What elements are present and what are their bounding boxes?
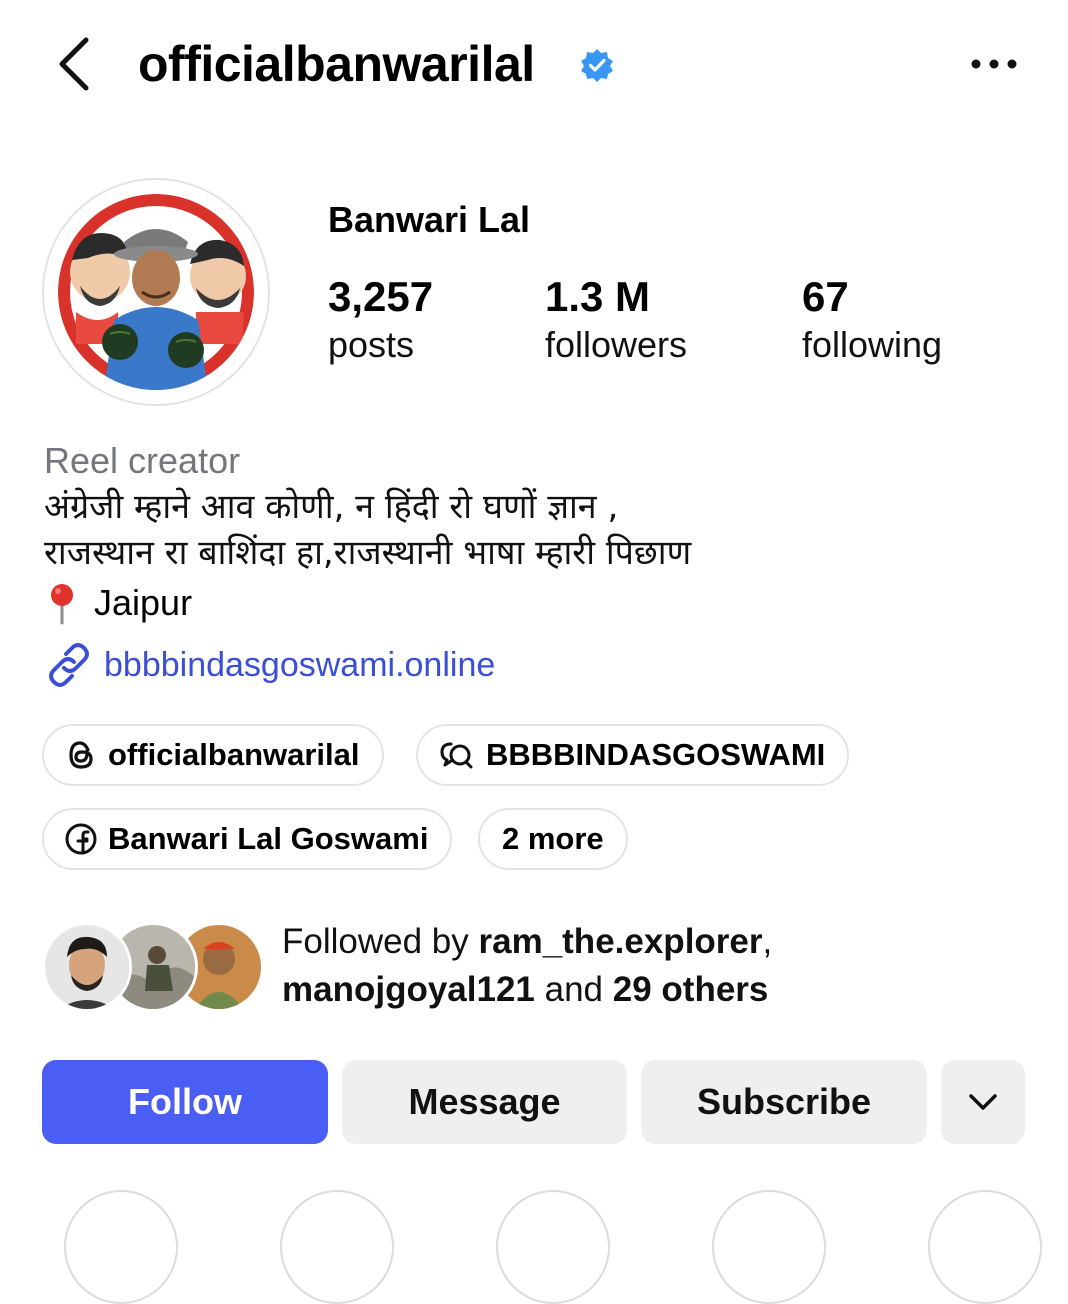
channel-icon	[440, 742, 473, 769]
posts-label: posts	[328, 324, 415, 365]
mutual-user-1[interactable]: ram_the.explorer	[478, 922, 762, 961]
mutual-and: and	[534, 970, 613, 1009]
subscribe-button[interactable]: Subscribe	[641, 1060, 927, 1144]
posts-count: 3,257	[328, 273, 434, 320]
more-options-button[interactable]	[968, 44, 1020, 84]
profile-link[interactable]: bbbbindasgoswami.online	[44, 640, 495, 690]
location-text: Jaipur	[94, 582, 193, 623]
bio-line-1: अंग्रेजी म्हाने आव कोणी, न हिंदी रो घणों…	[44, 487, 619, 527]
link-icon	[49, 643, 89, 687]
link-text[interactable]: bbbbindasgoswami.online	[104, 640, 495, 690]
mutual-followers-text[interactable]: Followed by ram_the.explorer, manojgoyal…	[282, 918, 772, 1014]
back-button[interactable]	[50, 34, 100, 94]
threads-icon	[69, 741, 93, 769]
mutual-separator: ,	[762, 922, 773, 961]
posts-stat[interactable]: 3,257 posts	[328, 272, 433, 368]
display-name: Banwari Lal	[328, 199, 531, 240]
threads-chip[interactable]: officialbanwarilal	[42, 724, 384, 786]
following-stat[interactable]: 67 following	[802, 272, 942, 368]
facebook-chip[interactable]: Banwari Lal Goswami	[42, 808, 453, 870]
mutual-followers-avatars[interactable]	[42, 922, 264, 1012]
facebook-icon	[65, 823, 97, 855]
channel-chip[interactable]: BBBBINDASGOSWAMI	[416, 724, 850, 786]
more-links-label: 2 more	[502, 821, 604, 856]
followers-count: 1.3 M	[545, 273, 651, 320]
followers-label: followers	[545, 324, 688, 365]
profile-handle: officialbanwarilal	[138, 36, 535, 92]
chevron-down-icon	[969, 1094, 997, 1110]
mutual-others[interactable]: 29 others	[613, 970, 769, 1009]
following-label: following	[802, 324, 943, 365]
bio-line-2: राजस्थान रा बाशिंदा हा,राजस्थानी भाषा म्…	[44, 533, 692, 573]
follow-button[interactable]: Follow	[42, 1060, 328, 1144]
threads-chip-label: officialbanwarilal	[108, 737, 360, 772]
more-links-chip[interactable]: 2 more	[478, 808, 628, 870]
highlight-3[interactable]	[496, 1190, 610, 1304]
profile-avatar[interactable]	[58, 194, 254, 390]
verified-badge-icon	[581, 49, 613, 82]
more-horizontal-icon	[971, 59, 1017, 69]
facebook-chip-label: Banwari Lal Goswami	[108, 821, 429, 856]
highlight-2[interactable]	[280, 1190, 394, 1304]
highlight-5[interactable]	[928, 1190, 1042, 1304]
pin-icon	[51, 584, 73, 625]
profile-category: Reel creator	[44, 440, 241, 481]
message-button[interactable]: Message	[342, 1060, 627, 1144]
following-count: 67	[802, 273, 849, 320]
followers-stat[interactable]: 1.3 M followers	[545, 272, 687, 368]
location-row: Jaipur	[44, 578, 192, 628]
chevron-left-icon	[59, 37, 89, 91]
mutual-user-2[interactable]: manojgoyal121	[282, 970, 535, 1009]
mutual-prefix: Followed by	[282, 922, 479, 961]
channel-chip-label: BBBBINDASGOSWAMI	[486, 737, 826, 772]
mutual-avatar-1	[42, 922, 132, 1012]
highlight-4[interactable]	[712, 1190, 826, 1304]
suggestions-dropdown-button[interactable]	[941, 1060, 1025, 1144]
highlight-1[interactable]	[64, 1190, 178, 1304]
